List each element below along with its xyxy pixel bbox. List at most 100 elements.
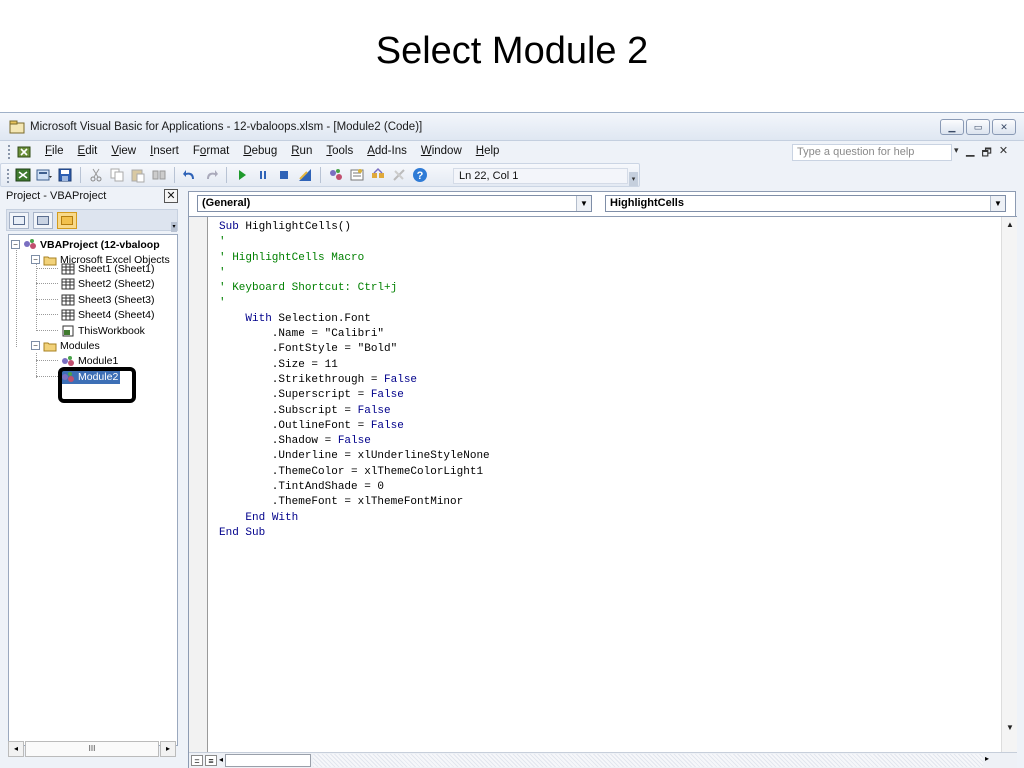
tree-label-thisworkbook: ThisWorkbook — [78, 324, 145, 337]
toggle-folders-button[interactable] — [57, 212, 77, 229]
save-icon[interactable] — [57, 167, 73, 183]
mdi-restore-icon[interactable]: 🗗 — [981, 144, 991, 163]
project-explorer-icon[interactable] — [328, 167, 344, 183]
copy-icon[interactable] — [109, 167, 125, 183]
scroll-right-icon[interactable]: ▸ — [160, 741, 176, 757]
scroll-right-icon[interactable]: ▸ — [985, 754, 989, 763]
excel-menu-icon[interactable] — [16, 144, 32, 160]
slide-title: Select Module 2 — [375, 30, 649, 72]
code-line: .Superscript = False — [219, 389, 404, 402]
menu-view[interactable]: View — [104, 145, 143, 157]
scroll-up-icon[interactable]: ▲ — [1002, 217, 1018, 233]
tree-label-sheet4: Sheet4 (Sheet4) — [78, 308, 155, 321]
view-object-button[interactable] — [33, 212, 53, 229]
tree-item-sheet3[interactable]: Sheet3 (Sheet3) — [61, 292, 154, 307]
scroll-left-icon[interactable]: ◂ — [219, 755, 223, 764]
code-line: ' — [219, 266, 226, 279]
code-editor[interactable]: Sub HighlightCells() ' ' HighlightCells Ma… — [189, 216, 1017, 754]
menu-debug[interactable]: Debug — [236, 145, 284, 157]
menu-file[interactable]: File — [38, 145, 71, 157]
code-line: .ThemeColor = xlThemeColorLight1 — [219, 465, 484, 478]
menu-format[interactable]: Format — [186, 145, 236, 157]
menubar-grip[interactable] — [8, 145, 11, 159]
menu-edit[interactable]: Edit — [71, 145, 105, 157]
help-dropdown-icon[interactable]: ▾ — [954, 145, 959, 156]
code-line: .Strikethrough = False — [219, 373, 418, 386]
mdi-close-icon[interactable]: ✕ — [999, 144, 1008, 163]
collapse-icon[interactable]: − — [31, 341, 40, 350]
properties-icon[interactable] — [349, 167, 365, 183]
module-icon — [62, 355, 74, 366]
code-window: (General) ▼ HighlightCells ▼ Sub Highlig… — [188, 191, 1017, 768]
menu-help[interactable]: Help — [469, 145, 507, 157]
menu-tools[interactable]: Tools — [319, 145, 360, 157]
tree-scroll-thumb[interactable]: III — [25, 741, 159, 757]
insert-module-icon[interactable] — [36, 167, 52, 183]
object-dropdown[interactable]: (General) ▼ — [197, 195, 592, 212]
minimize-button[interactable]: ▁ — [940, 119, 964, 135]
menu-add-ins[interactable]: Add-Ins — [360, 145, 414, 157]
undo-icon[interactable] — [182, 167, 198, 183]
cut-icon[interactable] — [88, 167, 104, 183]
tree-item-thisworkbook[interactable]: ThisWorkbook — [61, 323, 145, 338]
break-icon[interactable] — [255, 167, 271, 183]
code-hscroll-thumb[interactable] — [225, 754, 311, 767]
mdi-minimize-icon[interactable]: ▁ — [966, 144, 974, 163]
title-bar[interactable]: Microsoft Visual Basic for Applications … — [0, 113, 1024, 141]
close-button[interactable]: ✕ — [992, 119, 1016, 135]
tree-item-vbaproject[interactable]: − VBAProject (12-vbaloop — [11, 237, 160, 252]
object-browser-icon[interactable] — [370, 167, 386, 183]
maximize-icon: ▭ — [973, 121, 983, 132]
module2-highlight-box — [58, 367, 136, 403]
collapse-icon[interactable]: − — [31, 255, 40, 264]
view-excel-icon[interactable] — [15, 167, 31, 183]
scroll-down-icon[interactable]: ▼ — [1002, 720, 1018, 736]
menu-window[interactable]: Window — [414, 145, 469, 157]
maximize-button[interactable]: ▭ — [966, 119, 990, 135]
toolbar-grip[interactable] — [7, 169, 10, 183]
paste-icon[interactable] — [130, 167, 146, 183]
help-icon[interactable]: ? — [412, 167, 428, 183]
tree-item-sheet1[interactable]: Sheet1 (Sheet1) — [61, 261, 154, 276]
find-icon[interactable] — [151, 167, 167, 183]
project-tree-hscrollbar[interactable]: ◂ III ▸ — [8, 741, 178, 757]
code-hscroll-track[interactable] — [313, 754, 983, 767]
close-icon: ✕ — [1000, 121, 1008, 132]
design-mode-icon[interactable] — [297, 167, 313, 183]
toolbox-icon[interactable] — [391, 167, 407, 183]
project-tree: − VBAProject (12-vbaloop − Microsoft Exc… — [8, 234, 178, 746]
object-dropdown-value: (General) — [202, 197, 251, 209]
code-text[interactable]: Sub HighlightCells() ' ' HighlightCells Ma… — [219, 220, 490, 541]
worksheet-icon — [61, 263, 75, 274]
toolbar-overflow-icon[interactable]: ▾ — [629, 172, 638, 186]
run-icon[interactable] — [234, 167, 250, 183]
reset-icon[interactable] — [276, 167, 292, 183]
folder-open-icon — [43, 342, 57, 351]
tree-item-sheet4[interactable]: Sheet4 (Sheet4) — [61, 307, 154, 322]
menu-insert[interactable]: Insert — [143, 145, 186, 157]
help-search-input[interactable]: Type a question for help — [792, 144, 952, 161]
project-panel-close-icon[interactable]: ✕ — [164, 189, 178, 203]
worksheet-icon — [61, 294, 75, 305]
workbook-icon — [62, 325, 74, 336]
procedure-dropdown[interactable]: HighlightCells ▼ — [605, 195, 1006, 212]
chevron-down-icon[interactable]: ▼ — [576, 196, 591, 211]
redo-icon[interactable] — [203, 167, 219, 183]
view-code-button[interactable] — [9, 212, 29, 229]
menu-bar: File Edit View Insert Format Debug Run Tools Add… — [0, 141, 1024, 163]
full-module-view-icon[interactable]: ≡ — [205, 755, 217, 766]
tree-item-modules-folder[interactable]: − Modules — [31, 338, 100, 353]
procedure-view-icon[interactable]: = — [191, 755, 203, 766]
tree-item-sheet2[interactable]: Sheet2 (Sheet2) — [61, 276, 154, 291]
chevron-down-icon[interactable]: ▼ — [990, 196, 1005, 211]
code-line: ' HighlightCells Macro — [219, 251, 365, 264]
scroll-left-icon[interactable]: ◂ — [8, 741, 24, 757]
tree-item-module1[interactable]: Module1 — [61, 353, 118, 368]
code-vscrollbar[interactable]: ▲ ▼ — [1001, 217, 1017, 754]
code-line: .Size = 11 — [219, 358, 338, 371]
breakpoint-margin[interactable] — [189, 217, 208, 754]
collapse-icon[interactable]: − — [11, 240, 20, 249]
menu-run[interactable]: Run — [284, 145, 319, 157]
panel-toolbar-overflow-icon[interactable]: ▾ — [171, 222, 177, 232]
project-panel-toolbar: ▾ — [6, 209, 178, 232]
